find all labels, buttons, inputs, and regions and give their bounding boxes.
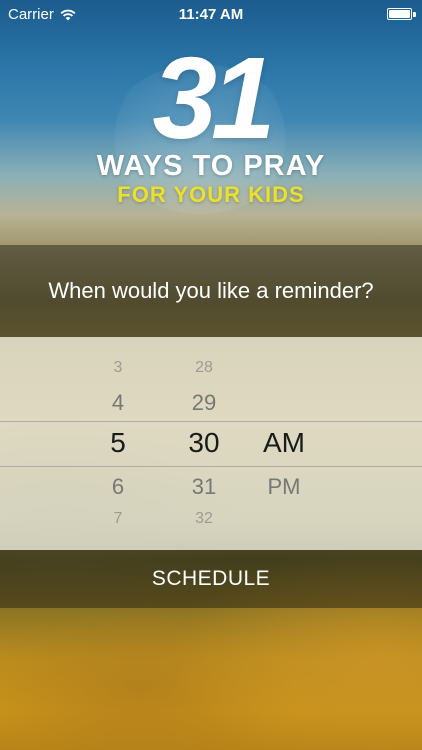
logo-subtitle: FOR YOUR KIDS (117, 182, 305, 207)
schedule-button-label: SCHEDULE (151, 567, 271, 590)
minute-wheel[interactable]: 28 29 30 31 32 (164, 337, 244, 550)
hour-option[interactable]: 4 (78, 390, 158, 416)
reminder-prompt-band: When would you like a reminder? (0, 245, 422, 337)
hour-option[interactable]: 6 (78, 474, 158, 500)
battery-fill (389, 10, 410, 18)
clock: 11:47 AM (178, 6, 244, 23)
app-logo: 31 WAYS TO PRAY FOR YOUR KIDS (0, 30, 422, 220)
logo-number: 31 (152, 33, 275, 163)
reminder-prompt: When would you like a reminder? (48, 278, 374, 303)
status-bar: Carrier 11:47 AM (0, 0, 422, 30)
period-option[interactable]: PM (244, 474, 324, 500)
period-wheel[interactable]: AM PM (244, 337, 324, 550)
hour-option[interactable]: 3 (78, 359, 158, 377)
minute-option[interactable]: 31 (164, 474, 244, 500)
minute-option-selected[interactable]: 30 (164, 427, 244, 459)
hour-option[interactable]: 7 (78, 510, 158, 528)
battery-tip (413, 12, 416, 17)
minute-option[interactable]: 29 (164, 390, 244, 416)
logo-title: WAYS TO PRAY (96, 150, 326, 182)
time-picker[interactable]: 3 4 5 6 7 28 29 30 31 32 AM PM (0, 337, 422, 550)
minute-option[interactable]: 28 (164, 359, 244, 377)
hour-wheel[interactable]: 3 4 5 6 7 (78, 337, 158, 550)
battery-icon (387, 8, 412, 20)
schedule-button[interactable]: SCHEDULE (0, 550, 422, 608)
period-option-selected[interactable]: AM (244, 427, 324, 459)
minute-option[interactable]: 32 (164, 510, 244, 528)
hour-option-selected[interactable]: 5 (78, 427, 158, 459)
